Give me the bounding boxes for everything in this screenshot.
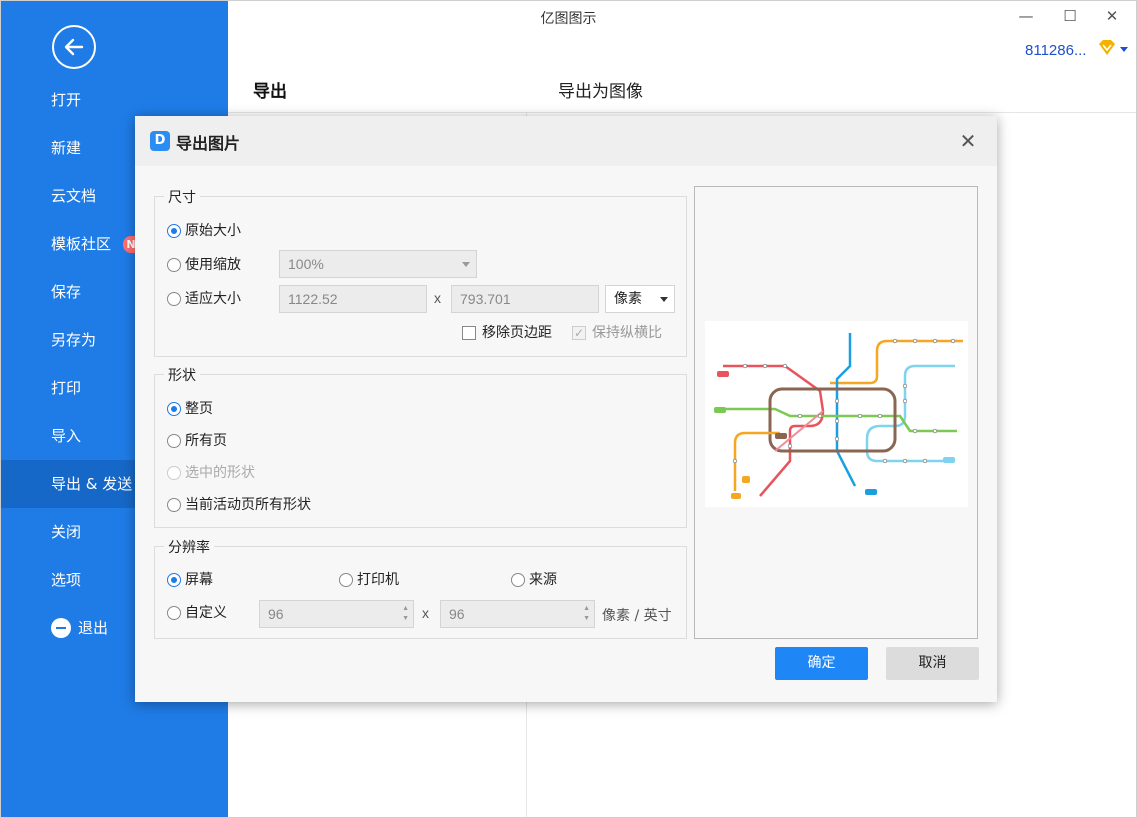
resolution-group-legend: 分辨率 <box>164 537 214 557</box>
radio-indicator <box>167 224 181 238</box>
radio-label: 原始大小 <box>185 223 241 239</box>
app-logo-icon: D <box>150 131 170 151</box>
radio-indicator <box>167 258 181 272</box>
sidebar-item-label: 导出 & 发送 <box>51 475 133 493</box>
sidebar-item-label: 打开 <box>51 91 82 109</box>
radio-indicator <box>167 402 181 416</box>
sidebar-item-label: 关闭 <box>51 523 82 541</box>
sidebar-item-label: 导入 <box>51 427 82 445</box>
shape-group: 形状 整页 所有页 选中的形状 当前活动页所有形状 <box>154 365 687 528</box>
sidebar-item-label: 新建 <box>51 139 82 157</box>
radio-screen[interactable]: 屏幕 <box>167 570 213 590</box>
radio-label: 适应大小 <box>185 291 241 307</box>
chevron-down-icon[interactable] <box>1120 47 1128 52</box>
times-sign: x <box>434 290 441 306</box>
sidebar-item-label: 云文档 <box>51 187 97 205</box>
radio-indicator <box>339 573 353 587</box>
radio-all-pages[interactable]: 所有页 <box>167 431 227 451</box>
radio-indicator <box>167 292 181 306</box>
dpi-x-input[interactable]: 96 ▲ ▼ <box>259 600 414 628</box>
metro-map-preview-image <box>705 321 968 507</box>
size-group: 尺寸 原始大小 使用缩放 100% 适应大小 1122.52 x 793.701… <box>154 187 687 357</box>
dialog-title: 导出图片 <box>176 134 241 153</box>
chevron-down-icon <box>462 262 470 267</box>
times-sign: x <box>422 605 429 621</box>
dpi-y-value: 96 <box>449 606 465 622</box>
radio-fit-size[interactable]: 适应大小 <box>167 289 241 309</box>
checkbox-indicator <box>572 323 586 343</box>
resolution-group: 分辨率 屏幕 打印机 来源 自定义 96 ▲ ▼ x 96 ▲ ▼ 像素 / 英寸 <box>154 537 687 639</box>
radio-label: 自定义 <box>185 605 227 621</box>
dialog-header: D 导出图片 ✕ <box>135 116 997 166</box>
scale-select[interactable]: 100% <box>279 250 477 278</box>
radio-source[interactable]: 来源 <box>511 570 557 590</box>
cancel-button[interactable]: 取消 <box>886 647 979 680</box>
radio-indicator <box>167 498 181 512</box>
spinner-arrows-icon[interactable]: ▲ ▼ <box>402 604 409 624</box>
close-window-button[interactable]: ✕ <box>1100 5 1124 27</box>
spinner-arrows-icon[interactable]: ▲ ▼ <box>583 604 590 624</box>
radio-indicator <box>167 466 181 480</box>
window-title: 亿图图示 <box>540 11 597 27</box>
page-heading: 导出 <box>253 82 287 102</box>
height-value: 793.701 <box>460 291 511 307</box>
shape-group-legend: 形状 <box>164 365 200 385</box>
radio-current-page-all-shapes[interactable]: 当前活动页所有形状 <box>167 495 311 515</box>
radio-label: 选中的形状 <box>185 465 255 481</box>
keep-ratio-checkbox[interactable]: 保持纵横比 <box>572 323 662 343</box>
unit-value: 像素 <box>614 291 642 307</box>
unit-select[interactable]: 像素 <box>605 285 675 313</box>
remove-margin-checkbox[interactable]: 移除页边距 <box>462 323 552 343</box>
radio-label: 打印机 <box>357 572 399 588</box>
size-group-legend: 尺寸 <box>164 187 200 207</box>
minus-circle-icon <box>51 618 71 638</box>
radio-original-size[interactable]: 原始大小 <box>167 221 241 241</box>
width-value: 1122.52 <box>288 291 338 307</box>
dpi-unit-label: 像素 / 英寸 <box>602 608 672 624</box>
radio-label: 来源 <box>529 572 557 588</box>
user-account[interactable]: 811286... <box>1025 42 1086 59</box>
radio-custom[interactable]: 自定义 <box>167 603 227 623</box>
checkbox-label: 移除页边距 <box>482 325 552 341</box>
radio-label: 所有页 <box>185 433 227 449</box>
sidebar-item-label: 打印 <box>51 379 82 397</box>
radio-whole-page[interactable]: 整页 <box>167 399 213 419</box>
image-preview <box>694 186 978 639</box>
ok-button[interactable]: 确定 <box>775 647 868 680</box>
chevron-down-icon <box>660 297 668 302</box>
height-input[interactable]: 793.701 <box>451 285 599 313</box>
dpi-x-value: 96 <box>268 606 284 622</box>
vip-diamond-icon[interactable] <box>1097 39 1117 57</box>
radio-indicator <box>167 573 181 587</box>
dpi-y-input[interactable]: 96 ▲ ▼ <box>440 600 595 628</box>
sidebar-item-label: 模板社区 <box>51 235 112 253</box>
divider <box>228 112 1136 113</box>
radio-label: 屏幕 <box>185 572 213 588</box>
sidebar-item-label: 另存为 <box>51 331 97 349</box>
arrow-left-icon <box>64 38 84 56</box>
radio-selected-shapes[interactable]: 选中的形状 <box>167 463 255 483</box>
radio-label: 使用缩放 <box>185 257 241 273</box>
minimize-button[interactable]: — <box>1014 5 1038 27</box>
sidebar-item-label: 保存 <box>51 283 82 301</box>
dialog-body: 尺寸 原始大小 使用缩放 100% 适应大小 1122.52 x 793.701… <box>135 166 997 702</box>
sidebar-item-label: 退出 <box>78 619 109 637</box>
radio-use-scale[interactable]: 使用缩放 <box>167 255 241 275</box>
checkbox-indicator <box>462 326 476 340</box>
radio-indicator <box>167 606 181 620</box>
radio-label: 整页 <box>185 401 213 417</box>
radio-printer[interactable]: 打印机 <box>339 570 399 590</box>
scale-value: 100% <box>288 256 324 272</box>
checkbox-label: 保持纵横比 <box>592 325 662 341</box>
width-input[interactable]: 1122.52 <box>279 285 427 313</box>
export-image-dialog: D 导出图片 ✕ 尺寸 原始大小 使用缩放 100% 适应大小 1122.52 … <box>135 116 997 702</box>
maximize-button[interactable]: ☐ <box>1058 5 1082 27</box>
radio-indicator <box>167 434 181 448</box>
radio-indicator <box>511 573 525 587</box>
back-button[interactable] <box>52 25 96 69</box>
page-subheading: 导出为图像 <box>558 82 643 102</box>
sidebar-item-label: 选项 <box>51 571 82 589</box>
radio-label: 当前活动页所有形状 <box>185 497 311 513</box>
dialog-close-button[interactable]: ✕ <box>957 130 979 152</box>
